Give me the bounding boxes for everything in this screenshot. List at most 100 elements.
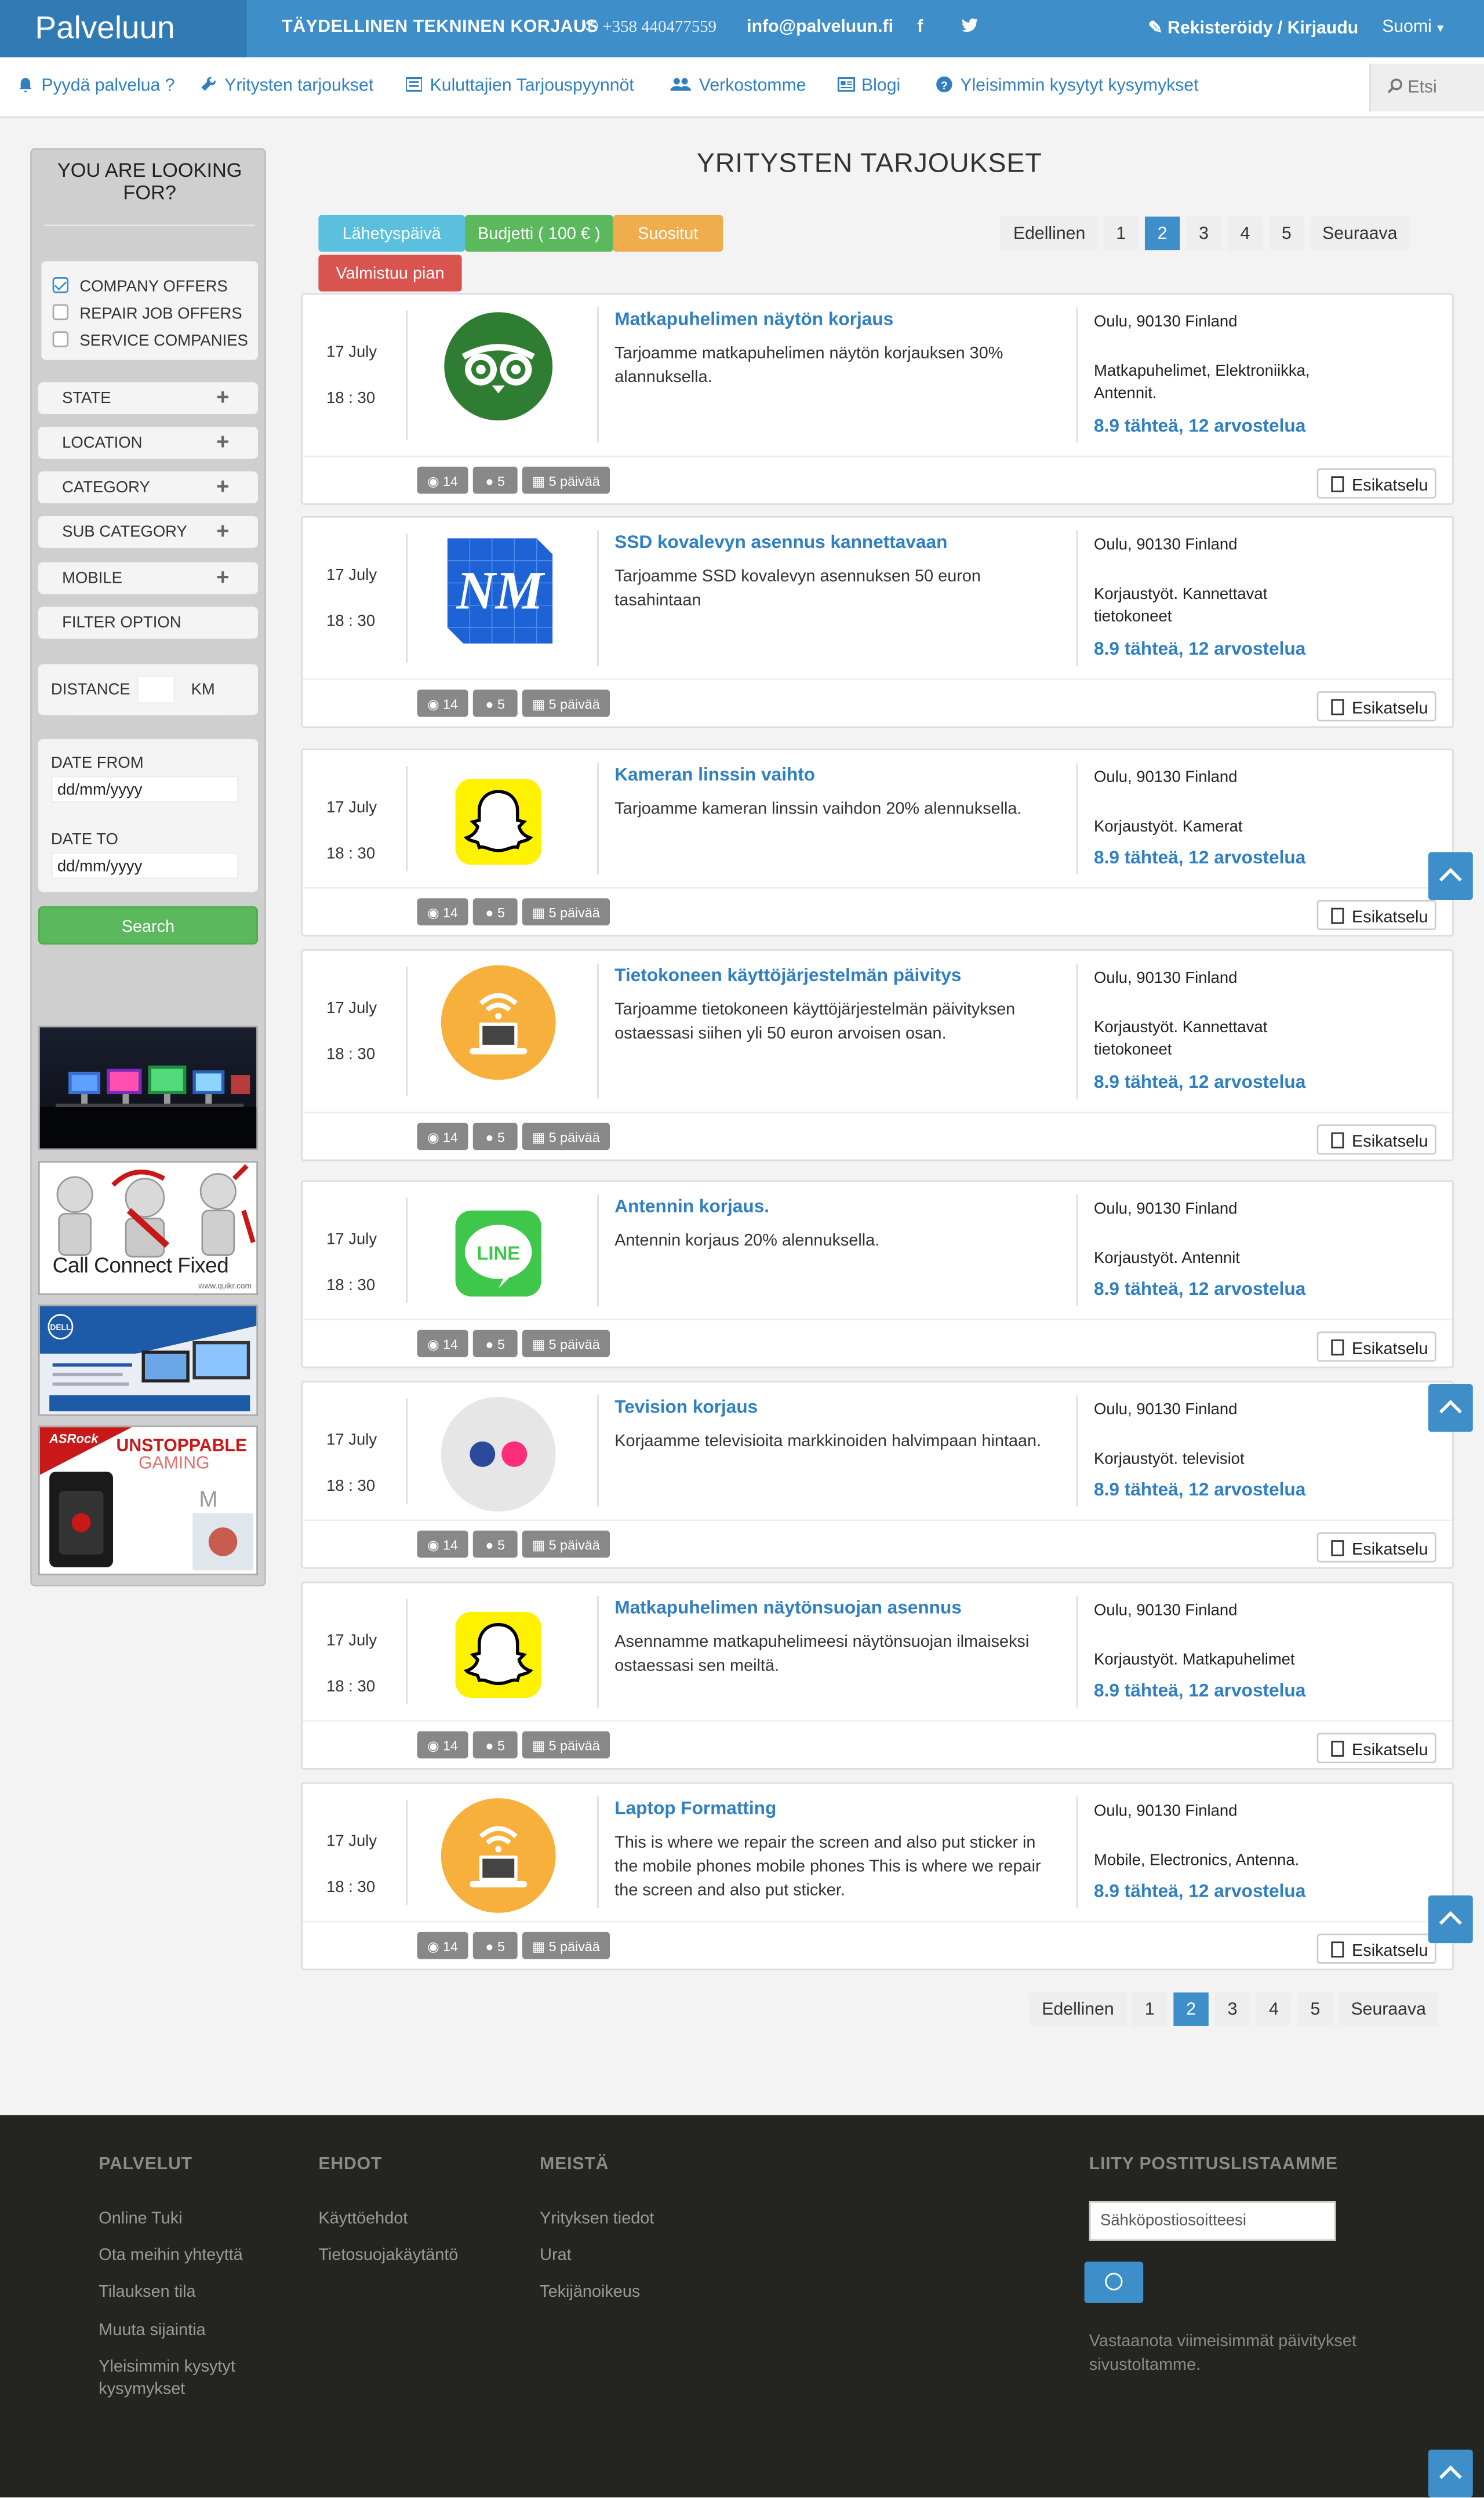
footer-link[interactable]: Käyttöehdot <box>318 2207 408 2230</box>
offer-rating[interactable]: 8.9 tähteä, 12 arvostelua <box>1094 1280 1305 1299</box>
ad-banner-computers[interactable] <box>38 1025 258 1150</box>
offer-rating[interactable]: 8.9 tähteä, 12 arvostelua <box>1094 640 1305 659</box>
newsletter-submit-button[interactable] <box>1084 2261 1144 2303</box>
offer-title[interactable]: Tietokoneen käyttöjärjestelmän päivitys <box>614 967 961 986</box>
footer-link[interactable]: Ota meihin yhteyttä <box>99 2244 242 2266</box>
offer-card[interactable]: 17 July 18 : 30 LINE Antennin korjaus. Anten… <box>301 1180 1454 1368</box>
preview-button[interactable]: Esikatselu <box>1316 691 1436 722</box>
scroll-to-top-button[interactable] <box>1428 2449 1473 2497</box>
footer-link[interactable]: Tilauksen tila <box>99 2281 195 2303</box>
filter-mobile[interactable]: MOBILE + <box>38 562 258 594</box>
checkbox-company-offers[interactable]: COMPANY OFFERS <box>52 277 228 296</box>
filter-location[interactable]: LOCATION + <box>38 427 258 459</box>
footer-link[interactable]: Tekijänoikeus <box>540 2281 640 2303</box>
facebook-icon[interactable]: f <box>917 17 923 37</box>
sort-send-date-button[interactable]: Lähetyspäivä <box>318 215 465 252</box>
sort-ending-soon-button[interactable]: Valmistuu pian <box>318 255 462 292</box>
pagination-page-active[interactable]: 2 <box>1144 216 1180 250</box>
scroll-to-top-button[interactable] <box>1428 852 1473 900</box>
offer-rating[interactable]: 8.9 tähteä, 12 arvostelua <box>1094 1073 1305 1092</box>
pagination-page-active[interactable]: 2 <box>1173 1992 1209 2026</box>
flickr-dots-icon[interactable] <box>441 1396 556 1512</box>
preview-button[interactable]: Esikatselu <box>1316 468 1436 499</box>
footer-link[interactable]: Yleisimmin kysytyt kysymykset <box>99 2356 258 2401</box>
footer-link[interactable]: Yrityksen tiedot <box>540 2207 654 2230</box>
twitter-icon[interactable] <box>962 17 979 38</box>
filter-sub-category[interactable]: SUB CATEGORY + <box>38 515 258 548</box>
scroll-to-top-button[interactable] <box>1428 1895 1473 1944</box>
footer-link[interactable]: Tietosuojakäytäntö <box>318 2244 458 2266</box>
checkbox-unchecked[interactable] <box>52 331 69 347</box>
filter-state[interactable]: STATE + <box>38 382 258 415</box>
nav-consumer-requests[interactable]: Kuluttajien Tarjouspyynnöt <box>405 77 634 96</box>
offer-title[interactable]: SSD kovalevyn asennus kannettavaan <box>614 533 947 553</box>
pagination-prev[interactable]: Edellinen <box>1028 1992 1127 2026</box>
offer-card[interactable]: 17 July 18 : 30 Kameran linssin vaihto Tarj… <box>301 748 1454 937</box>
offer-rating[interactable]: 8.9 tähteä, 12 arvostelua <box>1094 1682 1305 1701</box>
preview-button[interactable]: Esikatselu <box>1316 1331 1436 1362</box>
line-app-icon[interactable]: LINE <box>441 1196 556 1311</box>
offer-rating[interactable]: 8.9 tähteä, 12 arvostelua <box>1094 417 1305 437</box>
search-button[interactable]: Search <box>38 906 258 945</box>
pagination-next[interactable]: Seuraava <box>1339 1992 1438 2026</box>
offer-card[interactable]: 17 July 18 : 30 Laptop Formatting This is w… <box>301 1782 1454 1970</box>
filter-option[interactable]: FILTER OPTION <box>38 607 258 639</box>
nav-blog[interactable]: Blogi <box>837 77 900 96</box>
filter-category[interactable]: CATEGORY + <box>38 471 258 503</box>
pagination-page[interactable]: 5 <box>1269 216 1304 250</box>
pagination-page[interactable]: 4 <box>1227 216 1263 250</box>
date-to-input[interactable]: dd/mm/yyyy <box>50 852 239 880</box>
footer-link[interactable]: Urat <box>540 2244 572 2266</box>
laptop-wifi-icon[interactable] <box>441 965 556 1080</box>
offer-title[interactable]: Kameran linssin vaihto <box>614 766 815 785</box>
phone-number[interactable]: ✆ +358 440477559 <box>584 17 716 37</box>
offer-rating[interactable]: 8.9 tähteä, 12 arvostelua <box>1094 1482 1305 1501</box>
offer-title[interactable]: Laptop Formatting <box>614 1800 776 1819</box>
ad-banner-call-connect-fixed[interactable]: Call Connect Fixed www.quikr.com <box>38 1161 258 1295</box>
tripadvisor-owl-icon[interactable] <box>441 309 556 424</box>
pagination-page[interactable]: 3 <box>1186 216 1221 250</box>
nav-network[interactable]: Verkostomme <box>670 77 806 96</box>
laptop-wifi-icon[interactable] <box>441 1798 556 1913</box>
nav-company-offers[interactable]: Yritysten tarjoukset <box>201 77 373 96</box>
offer-title[interactable]: Matkapuhelimen näytönsuojan asennus <box>614 1599 962 1618</box>
checkbox-service-companies[interactable]: SERVICE COMPANIES <box>52 331 248 350</box>
preview-button[interactable]: Esikatselu <box>1316 1733 1436 1763</box>
offer-title[interactable]: Tevision korjaus <box>614 1399 758 1418</box>
nav-faq[interactable]: ? Yleisimmin kysytyt kysymykset <box>936 76 1199 96</box>
offer-card[interactable]: 17 July 18 : 30 Tevision korjaus Korjaamme … <box>301 1381 1454 1569</box>
offer-card[interactable]: 17 July 18 : 30 Tietokoneen käyttöjärjeste… <box>301 949 1454 1161</box>
search-input[interactable]: Etsi <box>1369 63 1484 112</box>
sort-popular-button[interactable]: Suositut <box>613 215 723 252</box>
preview-button[interactable]: Esikatselu <box>1316 1124 1436 1155</box>
nav-request-service[interactable]: Pyydä palvelua ? <box>17 77 175 96</box>
date-from-input[interactable]: dd/mm/yyyy <box>50 775 239 803</box>
offer-card[interactable]: 17 July 18 : 30 Matkapuhelimen näytön korj… <box>301 293 1454 505</box>
offer-title[interactable]: Matkapuhelimen näytön korjaus <box>614 311 893 330</box>
offer-rating[interactable]: 8.9 tähteä, 12 arvostelua <box>1094 1883 1305 1902</box>
language-dropdown[interactable]: Suomi ▼ <box>1382 17 1446 37</box>
footer-link[interactable]: Muuta sijaintia <box>99 2319 205 2341</box>
scroll-to-top-button[interactable] <box>1428 1384 1473 1432</box>
pagination-page[interactable]: 1 <box>1103 216 1139 250</box>
brand-logo[interactable]: Palveluun <box>0 0 247 57</box>
pagination-next[interactable]: Seuraava <box>1310 216 1409 250</box>
footer-link[interactable]: Online Tuki <box>99 2207 182 2230</box>
pagination-page[interactable]: 5 <box>1297 1992 1333 2026</box>
ad-banner-dell[interactable]: DELL <box>38 1304 258 1416</box>
offer-rating[interactable]: 8.9 tähteä, 12 arvostelua <box>1094 849 1305 868</box>
checkbox-repair-job-offers[interactable]: REPAIR JOB OFFERS <box>52 304 242 324</box>
snapchat-ghost-icon[interactable] <box>441 764 556 879</box>
pagination-page[interactable]: 4 <box>1256 1992 1292 2026</box>
ad-banner-asrock[interactable]: M ASRock UNSTOPPABLE GAMING <box>38 1425 258 1575</box>
checkbox-unchecked[interactable] <box>52 304 69 321</box>
nm-logo-icon[interactable]: NM <box>441 532 556 647</box>
preview-button[interactable]: Esikatselu <box>1316 1532 1436 1563</box>
pagination-page[interactable]: 1 <box>1132 1992 1167 2026</box>
offer-card[interactable]: 17 July 18 : 30 Matkapuhelimen näytönsuoja… <box>301 1581 1454 1770</box>
distance-input[interactable] <box>137 675 176 705</box>
offer-card[interactable]: 17 July 18 : 30 NM SSD kovalevyn asennus ka… <box>301 515 1454 728</box>
newsletter-email-input[interactable]: Sähköpostiosoitteesi <box>1089 2201 1336 2241</box>
pagination-prev[interactable]: Edellinen <box>999 216 1099 250</box>
sort-budget-button[interactable]: Budjetti ( 100 € ) <box>465 215 613 252</box>
